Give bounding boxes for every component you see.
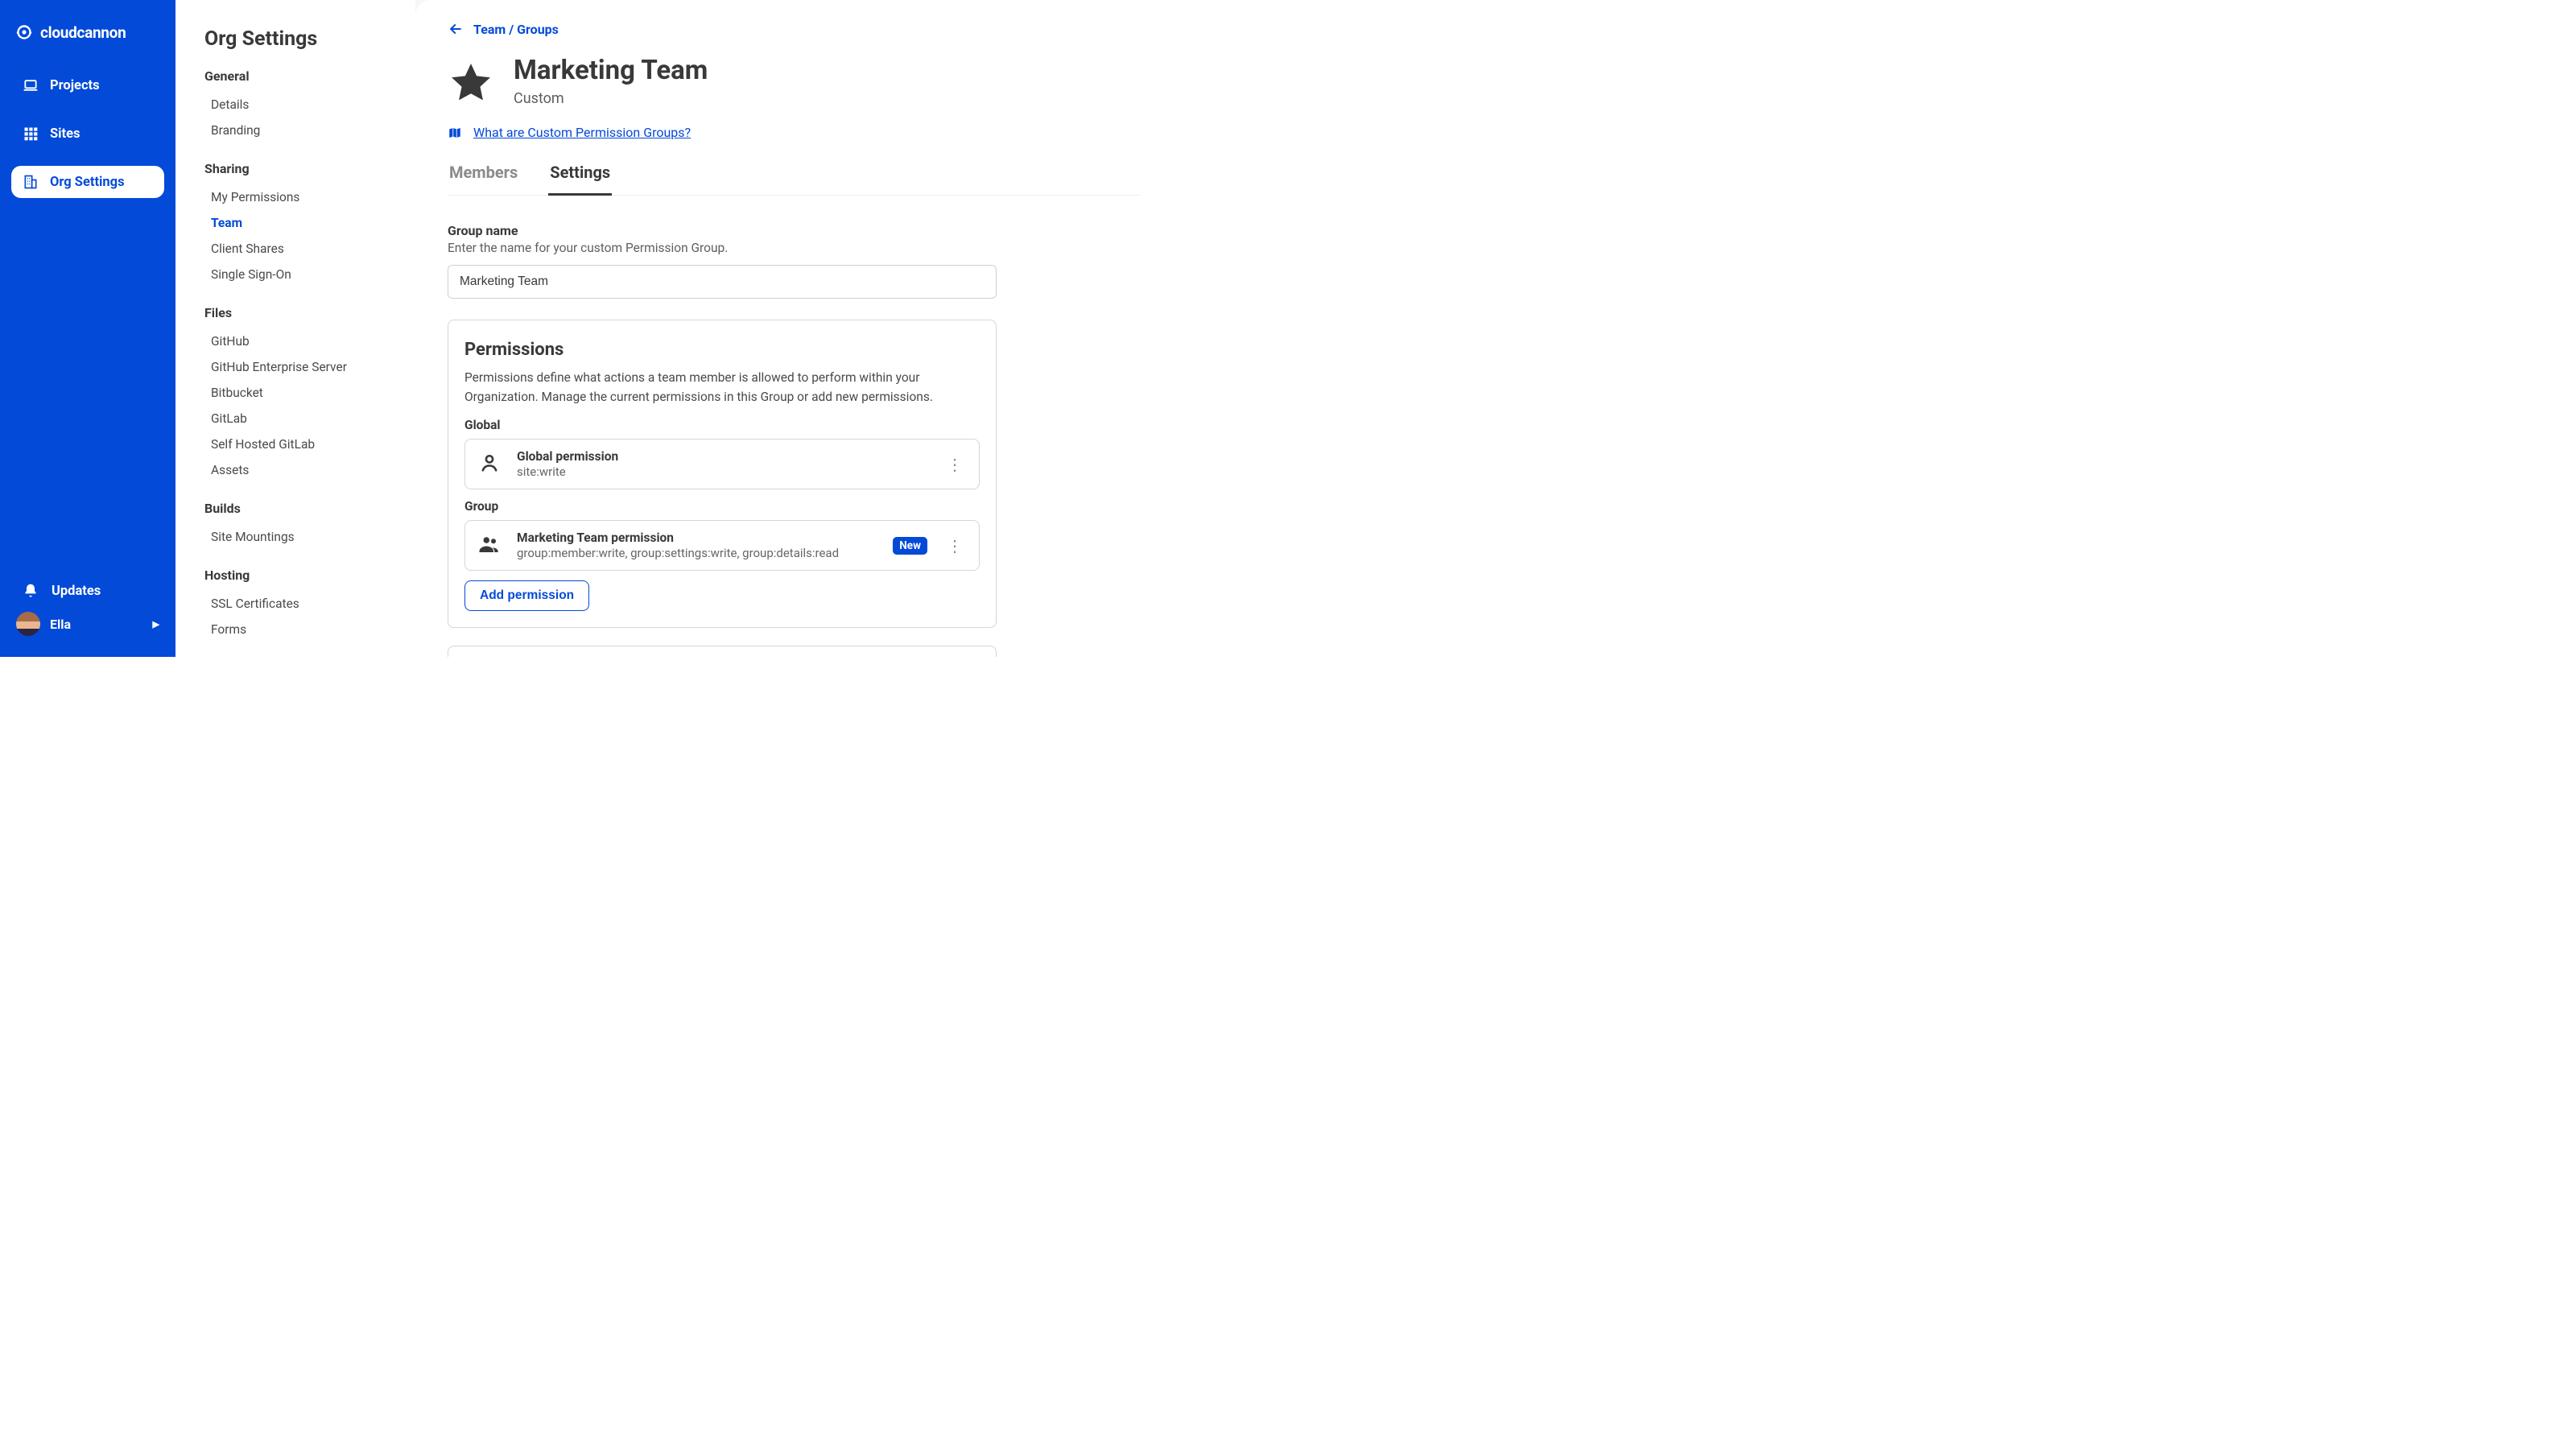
main: Team / Groups Marketing Team Custom What…	[415, 0, 1172, 657]
next-card-stub	[448, 646, 997, 657]
help-link[interactable]: What are Custom Permission Groups?	[448, 125, 1140, 140]
arrow-left-icon	[448, 21, 464, 37]
group-label-general: General	[204, 68, 398, 84]
page-title: Marketing Team	[514, 56, 708, 85]
star-icon	[448, 59, 494, 105]
brand-logo-icon	[14, 23, 34, 42]
new-badge: New	[893, 537, 927, 555]
group-label-hosting: Hosting	[204, 568, 398, 583]
grid-icon	[23, 126, 39, 142]
link-gitlab[interactable]: GitLab	[204, 406, 398, 431]
link-ghe[interactable]: GitHub Enterprise Server	[204, 354, 398, 380]
link-ssl[interactable]: SSL Certificates	[204, 591, 398, 617]
sidebar-title: Org Settings	[204, 27, 398, 51]
page-subtitle: Custom	[514, 90, 708, 107]
link-assets[interactable]: Assets	[204, 457, 398, 483]
nav-updates[interactable]: Updates	[11, 575, 164, 607]
tab-settings[interactable]: Settings	[548, 163, 612, 196]
tabs: Members Settings	[448, 163, 1140, 196]
avatar	[16, 612, 40, 636]
link-self-gitlab[interactable]: Self Hosted GitLab	[204, 431, 398, 457]
group-label-builds: Builds	[204, 501, 398, 516]
link-forms[interactable]: Forms	[204, 617, 398, 642]
perm-section-global: Global	[464, 418, 980, 432]
link-branding[interactable]: Branding	[204, 118, 398, 143]
caret-right-icon: ▶	[153, 619, 159, 630]
brand[interactable]: cloudcannon	[14, 23, 161, 42]
group-label-files: Files	[204, 305, 398, 320]
group-name-input[interactable]	[448, 265, 997, 299]
group-name-hint: Enter the name for your custom Permissio…	[448, 241, 997, 255]
perm-group-menu[interactable]: ⋮	[942, 535, 968, 557]
link-my-permissions[interactable]: My Permissions	[204, 184, 398, 210]
people-icon	[477, 532, 502, 559]
permissions-card: Permissions Permissions define what acti…	[448, 320, 997, 628]
add-permission-button[interactable]: Add permission	[464, 580, 589, 611]
nav-org-settings[interactable]: Org Settings	[11, 166, 164, 198]
link-client-shares[interactable]: Client Shares	[204, 236, 398, 262]
group-name-label: Group name	[448, 223, 997, 238]
tab-members[interactable]: Members	[448, 163, 519, 196]
settings-sidebar: Org Settings General Details Branding Sh…	[175, 0, 415, 657]
bell-icon	[23, 583, 39, 599]
link-team[interactable]: Team	[204, 210, 398, 236]
perm-row-global[interactable]: Global permission site:write ⋮	[464, 439, 980, 489]
perm-section-group: Group	[464, 499, 980, 514]
link-bitbucket[interactable]: Bitbucket	[204, 380, 398, 406]
group-label-sharing: Sharing	[204, 161, 398, 176]
link-sso[interactable]: Single Sign-On	[204, 262, 398, 287]
perm-global-menu[interactable]: ⋮	[942, 453, 968, 476]
person-icon	[477, 452, 502, 477]
nav-sites[interactable]: Sites	[11, 118, 164, 150]
building-icon	[23, 174, 39, 190]
nav-user[interactable]: Ella ▶	[11, 607, 164, 641]
permissions-heading: Permissions	[464, 340, 980, 360]
link-site-mountings[interactable]: Site Mountings	[204, 524, 398, 550]
link-details[interactable]: Details	[204, 92, 398, 118]
primary-nav: cloudcannon Projects Sites	[0, 0, 175, 657]
brand-name: cloudcannon	[40, 23, 126, 42]
nav-projects[interactable]: Projects	[11, 69, 164, 101]
permissions-desc: Permissions define what actions a team m…	[464, 368, 980, 407]
laptop-icon	[23, 77, 39, 93]
map-icon	[448, 126, 462, 140]
link-github[interactable]: GitHub	[204, 328, 398, 354]
breadcrumb[interactable]: Team / Groups	[448, 21, 1140, 37]
perm-row-group[interactable]: Marketing Team permission group:member:w…	[464, 520, 980, 571]
